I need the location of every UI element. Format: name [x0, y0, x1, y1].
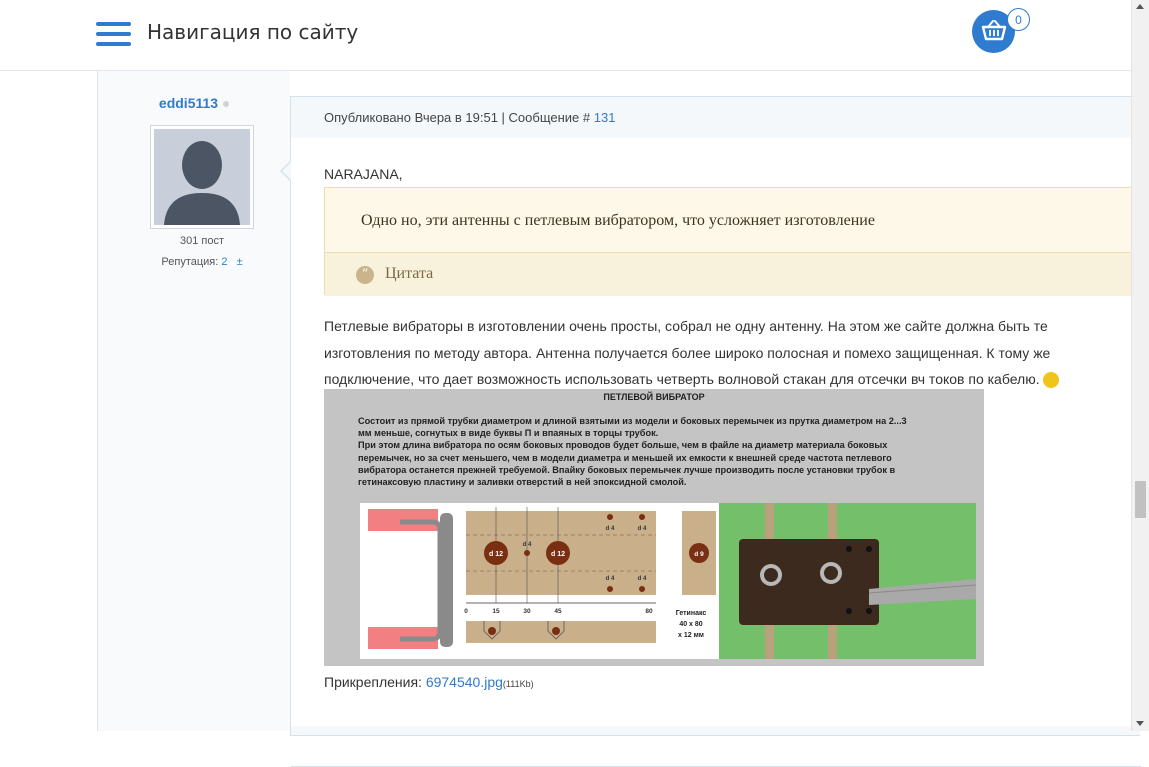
author-name-link[interactable]: eddi5113 [98, 95, 290, 111]
post-date: Опубликовано Вчера в 19:51 | Сообщение # [324, 110, 591, 125]
post-pointer [282, 162, 291, 180]
basket-icon [981, 20, 1007, 41]
hole-label-d9: d 9 [694, 551, 704, 558]
hole-label-d4-bottom-right: d 4 [638, 576, 647, 582]
attachment-size: (111Kb) [502, 679, 534, 689]
post-body-text: Петлевые вибраторы в изготовлении очень … [324, 313, 1144, 393]
material-thickness-label: x 12 мм [678, 632, 704, 639]
quote-block: Одно но, эти антенны с петлевым вибратор… [324, 187, 1145, 296]
hole-label-d4-center: d 4 [523, 542, 532, 548]
axis-tick-label: 0 [464, 608, 468, 615]
post-body-line: изготовления по методу автора. Антенна п… [324, 344, 1051, 361]
attachments-line: Прикрепления: 6974540.jpg(111Kb) [324, 674, 534, 690]
axis-tick-label: 80 [645, 608, 653, 615]
hole-label-d4-top-left: d 4 [606, 526, 615, 532]
axis-tick-label: 30 [523, 608, 531, 615]
axis-tick-label: 45 [554, 608, 562, 615]
image-text-line: Состоит из прямой трубки диаметром и дли… [358, 416, 907, 426]
hamburger-menu-icon[interactable] [96, 22, 132, 48]
dipole-photo [719, 503, 976, 659]
post-header: Опубликовано Вчера в 19:51 | Сообщение #… [291, 97, 1141, 139]
attachments-label: Прикрепления: [324, 674, 422, 690]
quote-marks-icon: “ [356, 266, 374, 284]
attachment-image[interactable]: ПЕТЛЕВОЙ ВИБРАТОР Состоит из прямой труб… [324, 389, 984, 666]
scroll-up-arrow-icon[interactable] [1136, 4, 1144, 9]
hole-label-d12-second: d 12 [551, 551, 565, 558]
quote-label: Цитата [385, 265, 434, 282]
smiley-icon [1043, 372, 1060, 389]
reputation-change-button[interactable]: ± [237, 256, 243, 268]
page-scrollbar[interactable] [1131, 0, 1149, 731]
image-text-line: мм меньше, согнутых в виде буквы П и впа… [358, 428, 659, 439]
hole-label-d4-bottom-left: d 4 [606, 576, 615, 582]
image-title: ПЕТЛЕВОЙ ВИБРАТОР [603, 392, 705, 402]
image-text-line: При этом длина вибратора по осям боковых… [358, 440, 888, 451]
image-description: Состоит из прямой трубки диаметром и дли… [358, 415, 978, 488]
hole-label-d12: d 12 [489, 551, 503, 558]
material-size-label: 40 x 80 [679, 621, 702, 628]
scroll-down-arrow-icon[interactable] [1136, 721, 1144, 726]
reputation-value[interactable]: 2 [221, 256, 227, 268]
post-number-link[interactable]: 131 [594, 110, 616, 125]
attachment-file-link[interactable]: 6974540.jpg [426, 674, 503, 690]
scrollbar-thumb[interactable] [1135, 481, 1146, 518]
reputation-label: Репутация: [161, 256, 219, 268]
post-body-line: Петлевые вибраторы в изготовлении очень … [324, 318, 1048, 334]
author-reputation: Репутация: 2 ± [98, 256, 306, 268]
post-content: NARAJANA, Одно но, эти антенны с петлевы… [291, 138, 1145, 767]
author-name[interactable]: eddi5113 [159, 95, 218, 111]
post-author-panel: eddi5113 301 пост Репутация: 2 ± [98, 71, 290, 731]
post-body-line-text: подключение, что дает возможность исполь… [324, 371, 1040, 387]
avatar[interactable] [150, 125, 254, 229]
quote-footer: “ Цитата [325, 252, 1145, 296]
site-navigation-title[interactable]: Навигация по сайту [147, 20, 358, 44]
offline-status-icon [223, 101, 230, 108]
image-text-line: вибратора останется прежней требуемой. В… [358, 464, 896, 475]
default-avatar-silhouette-icon [154, 129, 250, 225]
forum-post: Опубликовано Вчера в 19:51 | Сообщение #… [290, 96, 1145, 767]
cart-count-badge[interactable]: 0 [1007, 8, 1030, 31]
author-post-count: 301 пост [179, 235, 225, 247]
material-label: Гетинакс [676, 610, 707, 617]
axis-tick-label: 15 [492, 608, 500, 615]
dipole-drawing: d 12 d 12 d 4 d 4 d 4 d 4 d 4 0 15 30 45… [360, 503, 719, 659]
hole-label-d4-top-right: d 4 [638, 526, 647, 532]
site-header: Навигация по сайту 0 [0, 0, 1131, 71]
image-text-line: перемычек, но за счет меньшего, чем в мо… [358, 452, 892, 463]
post-meta: Опубликовано Вчера в 19:51 | Сообщение #… [324, 110, 615, 125]
quote-text: Одно но, эти антенны с петлевым вибратор… [361, 212, 875, 229]
post-mention: NARAJANA, [324, 166, 403, 182]
image-text-line: гетинаксовую пластину и заливки отверсти… [358, 477, 687, 488]
